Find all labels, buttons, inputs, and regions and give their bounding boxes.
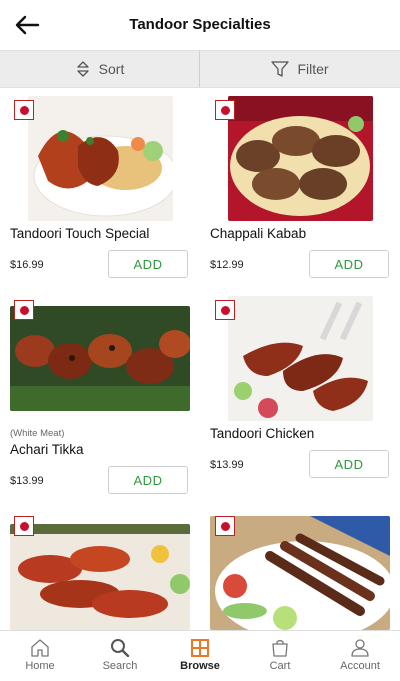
sort-label: Sort xyxy=(98,61,125,77)
cart-icon xyxy=(272,639,288,657)
nav-cart[interactable]: Cart xyxy=(240,631,320,681)
nav-account-label: Account xyxy=(340,660,380,672)
veg-badge-icon xyxy=(14,300,34,320)
bottom-nav: Home Search Browse Cart Account xyxy=(0,630,400,680)
food-image[interactable] xyxy=(228,296,373,421)
item-name: Tandoori Touch Special xyxy=(10,226,150,241)
add-button[interactable]: ADD xyxy=(309,250,389,278)
veg-badge-icon xyxy=(14,100,34,120)
filter-button[interactable]: Filter xyxy=(200,51,400,87)
add-button[interactable]: ADD xyxy=(108,466,188,494)
nav-home[interactable]: Home xyxy=(0,631,80,681)
nav-home-label: Home xyxy=(25,660,55,672)
sort-button[interactable]: Sort xyxy=(0,51,199,87)
veg-badge-icon xyxy=(215,300,235,320)
account-icon xyxy=(351,639,369,657)
filter-label: Filter xyxy=(297,61,329,77)
food-image[interactable] xyxy=(228,96,373,221)
food-image[interactable] xyxy=(10,524,190,630)
item-name: Tandoori Chicken xyxy=(210,426,315,441)
nav-cart-label: Cart xyxy=(269,660,291,672)
nav-search-label: Search xyxy=(102,660,138,672)
nav-browse[interactable]: Browse xyxy=(160,631,240,681)
food-image[interactable] xyxy=(10,306,190,411)
home-icon xyxy=(31,639,49,657)
nav-account[interactable]: Account xyxy=(320,631,400,681)
item-note: (White Meat) xyxy=(10,428,65,439)
search-icon xyxy=(111,639,130,657)
item-price: $13.99 xyxy=(10,475,44,487)
filter-icon xyxy=(271,61,290,77)
veg-badge-icon xyxy=(215,100,235,120)
arrow-left-icon[interactable] xyxy=(14,14,40,36)
item-name: Achari Tikka xyxy=(10,442,84,457)
item-price: $12.99 xyxy=(210,259,244,271)
nav-search[interactable]: Search xyxy=(80,631,160,681)
app-header: Tandoor Specialties xyxy=(0,0,400,50)
food-image[interactable] xyxy=(210,516,390,630)
add-button[interactable]: ADD xyxy=(108,250,188,278)
sort-icon xyxy=(77,61,89,77)
food-image[interactable] xyxy=(28,96,173,221)
item-price: $16.99 xyxy=(10,259,44,271)
page-title: Tandoor Specialties xyxy=(129,16,271,33)
veg-badge-icon xyxy=(215,516,235,536)
add-button[interactable]: ADD xyxy=(309,450,389,478)
grid-icon xyxy=(191,639,209,657)
veg-badge-icon xyxy=(14,516,34,536)
item-name: Chappali Kabab xyxy=(210,226,307,241)
item-price: $13.99 xyxy=(210,459,244,471)
sort-filter-bar: Sort Filter xyxy=(0,50,400,88)
nav-browse-label: Browse xyxy=(180,660,220,672)
